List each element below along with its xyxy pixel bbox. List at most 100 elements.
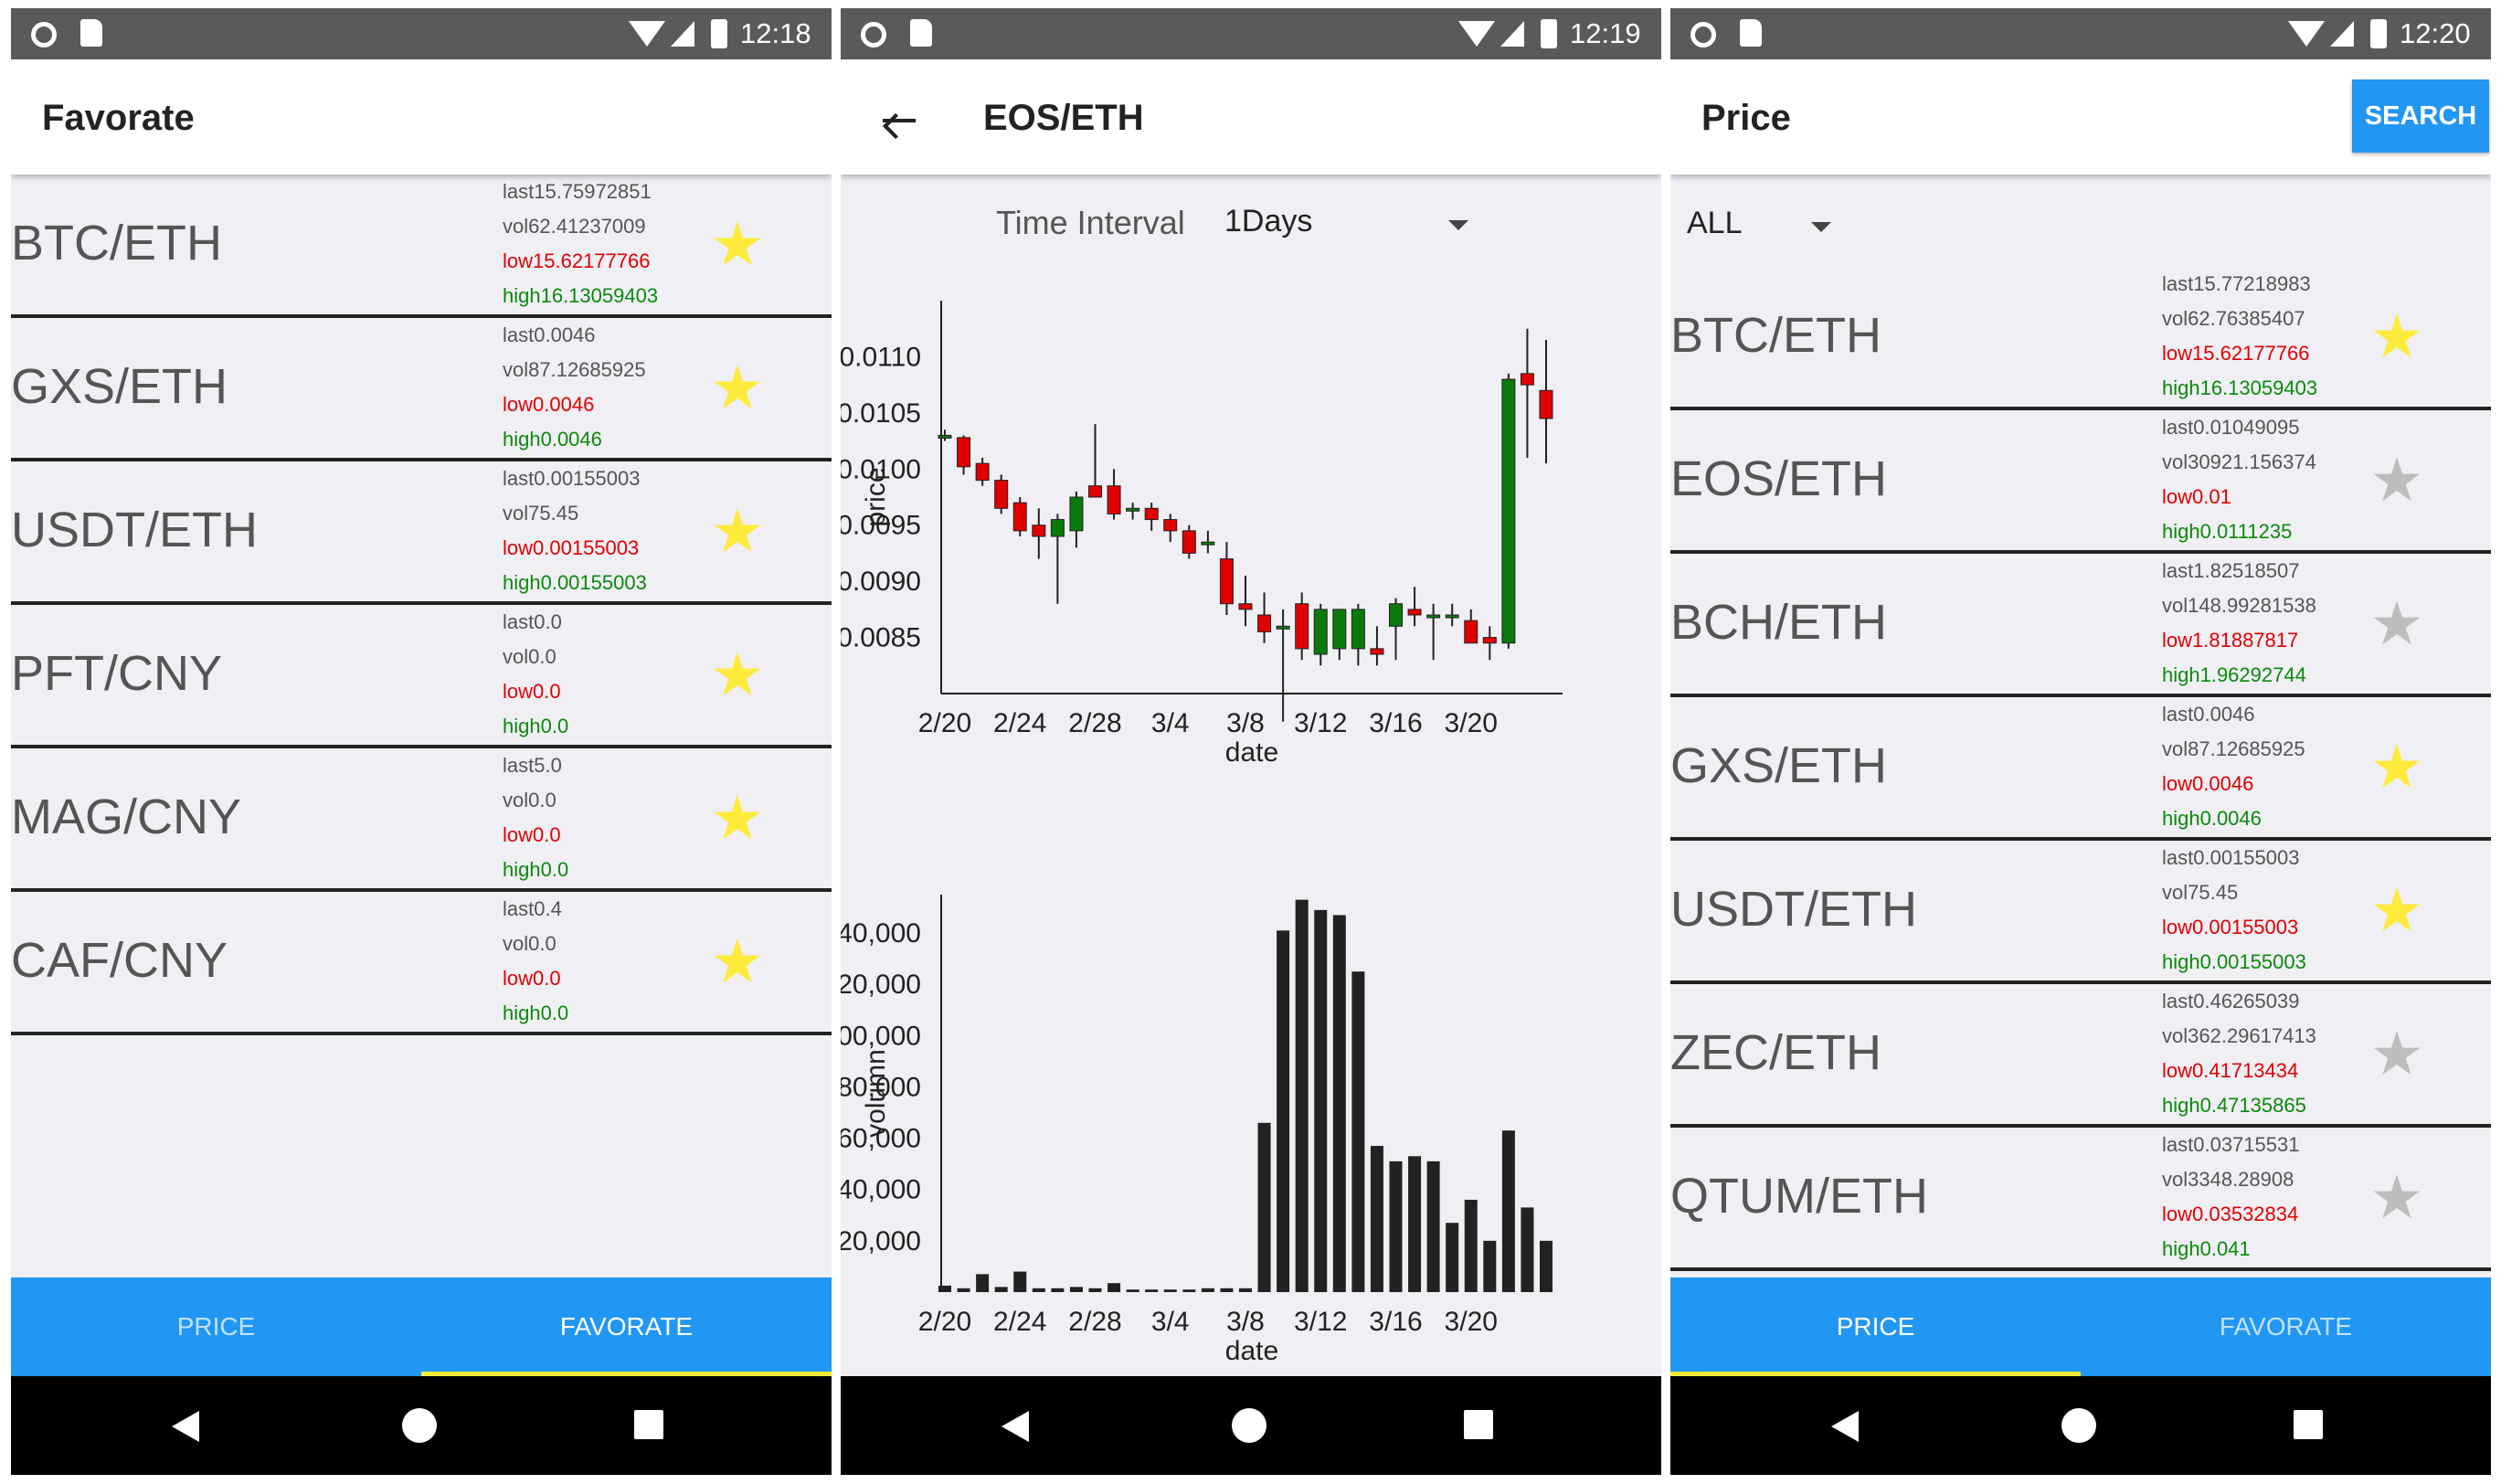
pair-name: ZEC/ETH [1670,1025,1882,1080]
y-tick-label: 20,000 [841,1226,921,1256]
favorite-star-icon[interactable]: ★ [2367,1167,2427,1227]
list-item[interactable]: BTC/ETH last15.75972851 vol62.41237009 low1… [11,175,832,318]
x-tick-label: 2/20 [918,708,971,738]
status-bar: 12:20 [1670,8,2491,59]
back-nav-icon[interactable] [1831,1411,1859,1442]
list-item[interactable]: EOS/ETH last0.01049095 vol30921.156374 low0… [1670,410,2491,554]
ticker-stats: last0.4 vol0.0 low0.0 high0.0 [503,892,568,1031]
candle-body [1201,541,1215,546]
x-tick-label: 2/24 [993,708,1046,738]
list-item[interactable]: GXS/ETH last0.0046 vol87.12685925 low0.0046… [11,318,832,461]
favorite-star-icon[interactable]: ★ [2367,593,2427,653]
candle-body [1295,603,1309,650]
tab-favorate[interactable]: FAVORATE [2081,1277,2491,1376]
volume-bar [1389,1161,1403,1292]
favorite-star-icon[interactable]: ★ [707,931,768,991]
last-price: last0.01049095 [2162,416,2300,439]
page-title: Price [1701,98,1791,138]
low-price: low0.0046 [2162,772,2254,795]
candle-body [1370,648,1384,655]
volume-bar [1220,1288,1234,1292]
favorite-star-icon[interactable]: ★ [707,357,768,418]
app-bar: Favorate [11,59,832,175]
sd-card-icon [80,19,102,47]
high-price: high1.96292744 [2162,663,2306,686]
list-item[interactable]: CAF/CNY last0.4 vol0.0 low0.0 high0.0 ★ [11,892,832,1035]
wifi-icon [2288,21,2325,47]
low-price: low0.0 [503,680,561,703]
sd-card-icon [1740,19,1762,47]
list-item[interactable]: ZEC/ETH last0.46265039 vol362.29617413 low0… [1670,984,2491,1128]
volume-bar [938,1285,951,1292]
high-price: high0.0 [503,858,569,881]
low-price: low0.0 [503,967,561,990]
back-arrow-icon[interactable] [879,107,916,140]
last-price: last0.0046 [2162,703,2255,726]
volume-bar [1069,1287,1083,1292]
cell-signal-icon [2330,21,2354,47]
favorite-star-icon[interactable]: ★ [2367,306,2427,366]
low-price: low1.81887817 [2162,629,2299,652]
market-filter-dropdown[interactable]: ALL [1670,191,1853,255]
candle-body [1482,637,1497,644]
app-bar: Price SEARCH [1670,59,2491,175]
ticker-stats: last0.0 vol0.0 low0.0 high0.0 [503,605,568,744]
interval-dropdown[interactable]: 1Days [1215,191,1489,255]
recents-nav-icon[interactable] [1464,1410,1493,1439]
list-item[interactable]: PFT/CNY last0.0 vol0.0 low0.0 high0.0 ★ [11,605,832,748]
high-price: high0.00155003 [503,571,647,594]
favorite-star-icon[interactable]: ★ [2367,880,2427,940]
chevron-down-icon [1448,220,1468,230]
list-item[interactable]: QTUM/ETH last0.03715531 vol3348.28908 low0.… [1670,1128,2491,1271]
candle-body [1276,625,1290,630]
list-item[interactable]: MAG/CNY last5.0 vol0.0 low0.0 high0.0 ★ [11,748,832,892]
volume-bar [1314,909,1328,1292]
interval-label: Time Interval [996,204,1185,241]
low-price: low15.62177766 [2162,342,2310,365]
cell-signal-icon [671,21,694,47]
volume: vol87.12685925 [503,358,646,381]
x-tick-label: 3/8 [1226,1307,1265,1337]
recents-nav-icon[interactable] [2294,1410,2323,1439]
candle-body [938,434,952,439]
ticker-stats: last0.46265039 vol362.29617413 low0.417134… [2162,984,2316,1123]
tab-price[interactable]: PRICE [11,1277,421,1376]
favorite-star-icon[interactable]: ★ [2367,737,2427,797]
pair-name: USDT/ETH [1670,882,1917,937]
volume: vol0.0 [503,932,556,955]
home-nav-icon[interactable] [402,1408,437,1443]
list-item[interactable]: BCH/ETH last1.82518507 vol148.99281538 low1… [1670,554,2491,697]
home-nav-icon[interactable] [2061,1408,2096,1443]
favorite-star-icon[interactable]: ★ [707,214,768,274]
tab-price[interactable]: PRICE [1670,1277,2081,1376]
x-axis-label: date [1225,737,1278,768]
volume-bar [1408,1156,1422,1292]
candle-body [1520,373,1534,386]
favorite-star-icon[interactable]: ★ [707,501,768,561]
list-item[interactable]: GXS/ETH last0.0046 vol87.12685925 low0.0046… [1670,697,2491,841]
high-price: high0.0046 [503,428,602,450]
favorite-star-icon[interactable]: ★ [2367,1023,2427,1084]
circle-notification-icon [861,22,886,48]
last-price: last0.00155003 [503,467,641,490]
back-nav-icon[interactable] [1001,1411,1029,1442]
volume-bar [976,1274,990,1292]
chevron-down-icon [1811,222,1831,232]
candle-body [1464,620,1478,644]
search-button[interactable]: SEARCH [2352,80,2489,153]
favorite-star-icon[interactable]: ★ [2367,450,2427,510]
list-item[interactable]: BTC/ETH last15.77218983 vol62.76385407 low1… [1670,267,2491,410]
favorite-star-icon[interactable]: ★ [707,788,768,848]
candle-body [1426,614,1441,619]
home-nav-icon[interactable] [1232,1408,1266,1443]
circle-notification-icon [31,22,57,48]
low-price: low0.03532834 [2162,1203,2299,1225]
volume-bar [1051,1288,1065,1292]
system-nav-bar [1670,1376,2491,1475]
list-item[interactable]: USDT/ETH last0.00155003 vol75.45 low0.00155… [11,461,832,605]
recents-nav-icon[interactable] [634,1410,663,1439]
back-nav-icon[interactable] [172,1411,199,1442]
list-item[interactable]: USDT/ETH last0.00155003 vol75.45 low0.00155… [1670,841,2491,984]
tab-favorate[interactable]: FAVORATE [421,1277,832,1376]
favorite-star-icon[interactable]: ★ [707,644,768,705]
